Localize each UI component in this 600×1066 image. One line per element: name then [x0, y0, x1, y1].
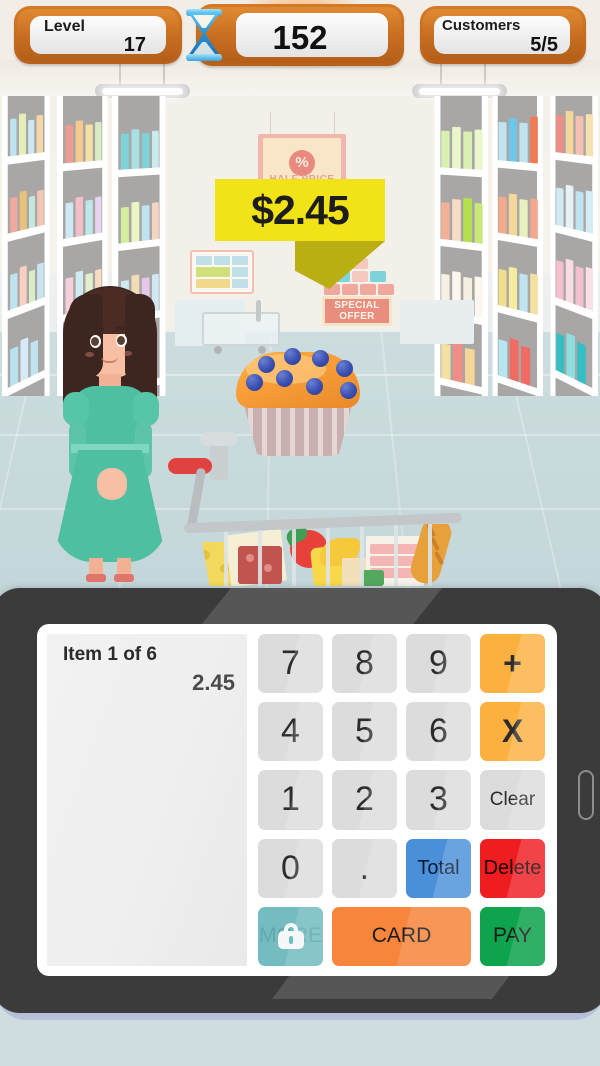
level-label: Level	[44, 18, 85, 35]
key-1[interactable]: 1	[258, 770, 323, 830]
pos-screen: Item 1 of 6 2.45 7 8 9 + 4 5 6 X 1 2 3 C…	[37, 624, 557, 976]
timer-value: 152	[272, 19, 328, 56]
customers-label: Customers	[442, 17, 521, 34]
rear-fixture	[400, 300, 474, 344]
lock-icon	[277, 923, 304, 950]
blueberry	[276, 370, 293, 387]
key-8[interactable]: 8	[332, 634, 397, 694]
product-blueberry-muffin	[228, 338, 368, 458]
key-clear[interactable]: Clear	[480, 770, 545, 830]
cashier-character	[45, 282, 175, 582]
banner-string	[270, 112, 271, 136]
customers-value: 5/5	[530, 34, 558, 56]
right-shelves	[425, 96, 600, 396]
receipt-panel: Item 1 of 6 2.45	[47, 634, 247, 966]
blueberry	[246, 374, 263, 391]
key-4[interactable]: 4	[258, 702, 323, 762]
special-offer-line2: OFFER	[339, 311, 375, 322]
blueberry	[336, 360, 353, 377]
shopping-cart	[168, 452, 468, 586]
cart-basket	[199, 524, 454, 586]
key-2[interactable]: 2	[332, 770, 397, 830]
price-bubble: $2.45	[215, 179, 385, 241]
card-button[interactable]: CARD	[332, 906, 471, 966]
banner-string	[334, 112, 335, 136]
pos-tablet: Item 1 of 6 2.45 7 8 9 + 4 5 6 X 1 2 3 C…	[0, 588, 600, 1013]
customers-panel: Customers 5/5	[420, 6, 586, 64]
numeric-keypad: 7 8 9 + 4 5 6 X 1 2 3 Clear 0 . Total De…	[247, 634, 545, 966]
blueberry	[340, 382, 357, 399]
price-value: $2.45	[251, 186, 350, 233]
key-9[interactable]: 9	[406, 634, 471, 694]
key-3[interactable]: 3	[406, 770, 471, 830]
special-offer-sign: SPECIAL OFFER	[322, 296, 392, 326]
key-7[interactable]: 7	[258, 634, 323, 694]
key-0[interactable]: 0	[258, 838, 323, 898]
blueberry	[284, 348, 301, 365]
key-multiply[interactable]: X	[480, 702, 545, 762]
key-5[interactable]: 5	[332, 702, 397, 762]
hourglass-icon	[184, 8, 224, 61]
item-counter: Item 1 of 6	[63, 644, 157, 665]
key-delete[interactable]: Delete	[480, 838, 545, 898]
key-total[interactable]: Total	[406, 838, 471, 898]
more-button[interactable]: MORE	[258, 906, 323, 966]
key-6[interactable]: 6	[406, 702, 471, 762]
blueberry	[306, 378, 323, 395]
blueberry	[312, 350, 329, 367]
special-offer-line1: SPECIAL	[334, 300, 380, 311]
percent-icon: %	[289, 150, 315, 176]
promo-card	[190, 250, 254, 294]
level-value: 17	[123, 34, 146, 56]
key-plus[interactable]: +	[480, 634, 545, 694]
blueberry	[258, 356, 275, 373]
level-panel: Level 17	[14, 6, 182, 64]
pay-button[interactable]: PAY	[480, 906, 545, 966]
entered-price: 2.45	[192, 670, 235, 695]
key-decimal[interactable]: .	[332, 838, 397, 898]
hud-bar: Level 17 152 Customers 5/5	[0, 0, 600, 78]
tablet-side-button[interactable]	[578, 770, 594, 820]
supermarket-scene: % HALF PRICE SPECIAL OFFER	[0, 0, 600, 600]
timer-panel: 152	[186, 4, 404, 66]
tablet-sheen	[202, 588, 442, 624]
game-screen: % HALF PRICE SPECIAL OFFER	[0, 0, 600, 1066]
